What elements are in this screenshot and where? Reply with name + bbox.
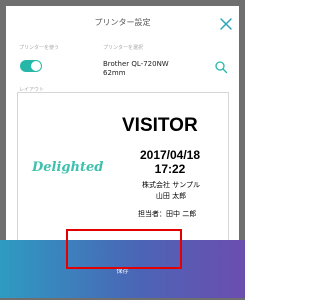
visitor-name: 山田 太郎 [155, 192, 187, 200]
close-icon [220, 18, 232, 30]
visit-time: 17:22 [154, 162, 186, 176]
search-icon [215, 61, 228, 74]
use-printer-toggle[interactable] [20, 60, 42, 72]
visit-datetime: 2017/04/18 17:22 [130, 148, 210, 176]
toggle-knob [31, 61, 41, 71]
footer-bar: 保存 [0, 240, 245, 298]
visitor-heading: VISITOR [122, 115, 198, 136]
printer-search-button[interactable] [214, 59, 228, 74]
printer-model: Brother QL-720NW [103, 60, 169, 68]
app-screen: プリンター設定 プリンターを使う プリンターを選択 Brother QL-720… [0, 0, 245, 300]
delighted-logo: Delighted [32, 160, 104, 175]
save-button[interactable]: 保存 [0, 244, 245, 296]
select-printer-label: プリンターを選択 [103, 45, 144, 51]
dialog-title: プリンター設定 [94, 18, 151, 27]
visit-date: 2017/04/18 [139, 148, 201, 162]
contact-person: 担当者：田中 二郎 [138, 210, 197, 218]
use-printer-label: プリンターを使う [19, 45, 60, 51]
selected-printer[interactable]: Brother QL-720NW 62mm [103, 60, 169, 78]
visitor-company: 株式会社 サンプル [141, 181, 200, 189]
close-button[interactable] [219, 16, 233, 30]
label-preview[interactable]: Delighted VISITOR 2017/04/18 17:22 株式会社 … [17, 92, 229, 242]
visitor-info: 株式会社 サンプル 山田 太郎 [128, 180, 214, 202]
printer-label-size: 62mm [103, 69, 126, 77]
